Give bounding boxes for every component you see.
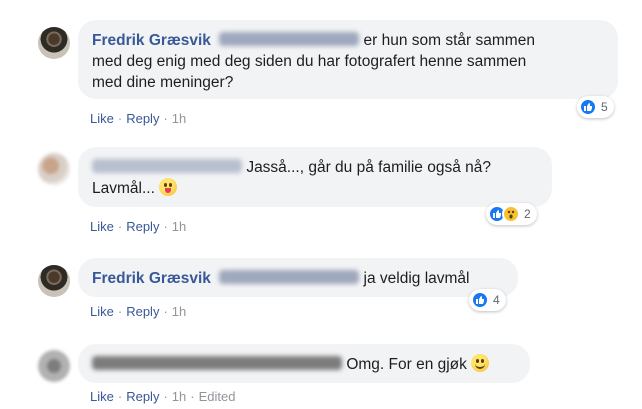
wow-icon — [502, 205, 520, 223]
avatar[interactable] — [38, 153, 70, 185]
comment-text-line: med deg enig med deg siden du har fotogr… — [92, 53, 527, 70]
avatar[interactable] — [38, 350, 70, 382]
comment-text-line: Omg. For en gjøk — [346, 356, 467, 373]
reaction-summary[interactable]: 4 — [469, 289, 506, 311]
reaction-count: 5 — [601, 100, 608, 114]
comment-bubble: Jasså..., går du på familie også nå? Lav… — [78, 147, 552, 207]
like-link[interactable]: Like — [90, 389, 114, 404]
tongue-emoji — [159, 178, 178, 196]
timestamp[interactable]: 1h — [172, 304, 186, 319]
comment-text-line: med dine meninger? — [92, 74, 234, 91]
tagged-name-redacted — [219, 270, 360, 284]
reply-link[interactable]: Reply — [126, 111, 159, 126]
comment-author[interactable]: Fredrik Græsvik — [92, 270, 211, 287]
comment-bubble: Fredrik Græsvik ja veldig lavmål — [78, 258, 518, 297]
reply-link[interactable]: Reply — [126, 219, 159, 234]
comment-actions: Like · Reply · 1h · Edited — [90, 389, 236, 404]
reply-link[interactable]: Reply — [126, 304, 159, 319]
comment-text-line: Jasså..., går du på familie også nå? — [246, 159, 492, 176]
reply-link[interactable]: Reply — [126, 389, 159, 404]
timestamp[interactable]: 1h — [172, 219, 186, 234]
avatar[interactable] — [38, 265, 70, 297]
edited-label[interactable]: Edited — [199, 389, 236, 404]
comment-text-line: ja veldig lavmål — [363, 270, 470, 287]
timestamp[interactable]: 1h — [172, 389, 186, 404]
smile-emoji — [471, 354, 490, 372]
like-icon — [579, 98, 597, 116]
like-link[interactable]: Like — [90, 111, 114, 126]
comment-bubble: Fredrik Græsvik er hun som står sammen m… — [78, 20, 618, 99]
reaction-summary[interactable]: 5 — [577, 96, 614, 118]
reaction-count: 2 — [524, 207, 531, 221]
reaction-count: 4 — [493, 293, 500, 307]
comment-actions: Like · Reply · 1h — [90, 304, 187, 319]
comment-actions: Like · Reply · 1h — [90, 111, 187, 126]
comment-text-line: Lavmål... — [92, 180, 155, 197]
like-icon — [471, 291, 489, 309]
author-name-redacted — [92, 159, 242, 173]
comment-author[interactable]: Fredrik Græsvik — [92, 32, 211, 49]
like-link[interactable]: Like — [90, 304, 114, 319]
reaction-summary[interactable]: 2 — [486, 203, 537, 225]
like-link[interactable]: Like — [90, 219, 114, 234]
timestamp[interactable]: 1h — [172, 111, 186, 126]
comment-text-line: er hun som står sammen — [363, 32, 535, 49]
author-name-redacted — [92, 356, 342, 370]
avatar[interactable] — [38, 27, 70, 59]
comment-bubble: Omg. For en gjøk — [78, 344, 530, 383]
tagged-name-redacted — [219, 32, 360, 46]
comment-actions: Like · Reply · 1h — [90, 219, 187, 234]
